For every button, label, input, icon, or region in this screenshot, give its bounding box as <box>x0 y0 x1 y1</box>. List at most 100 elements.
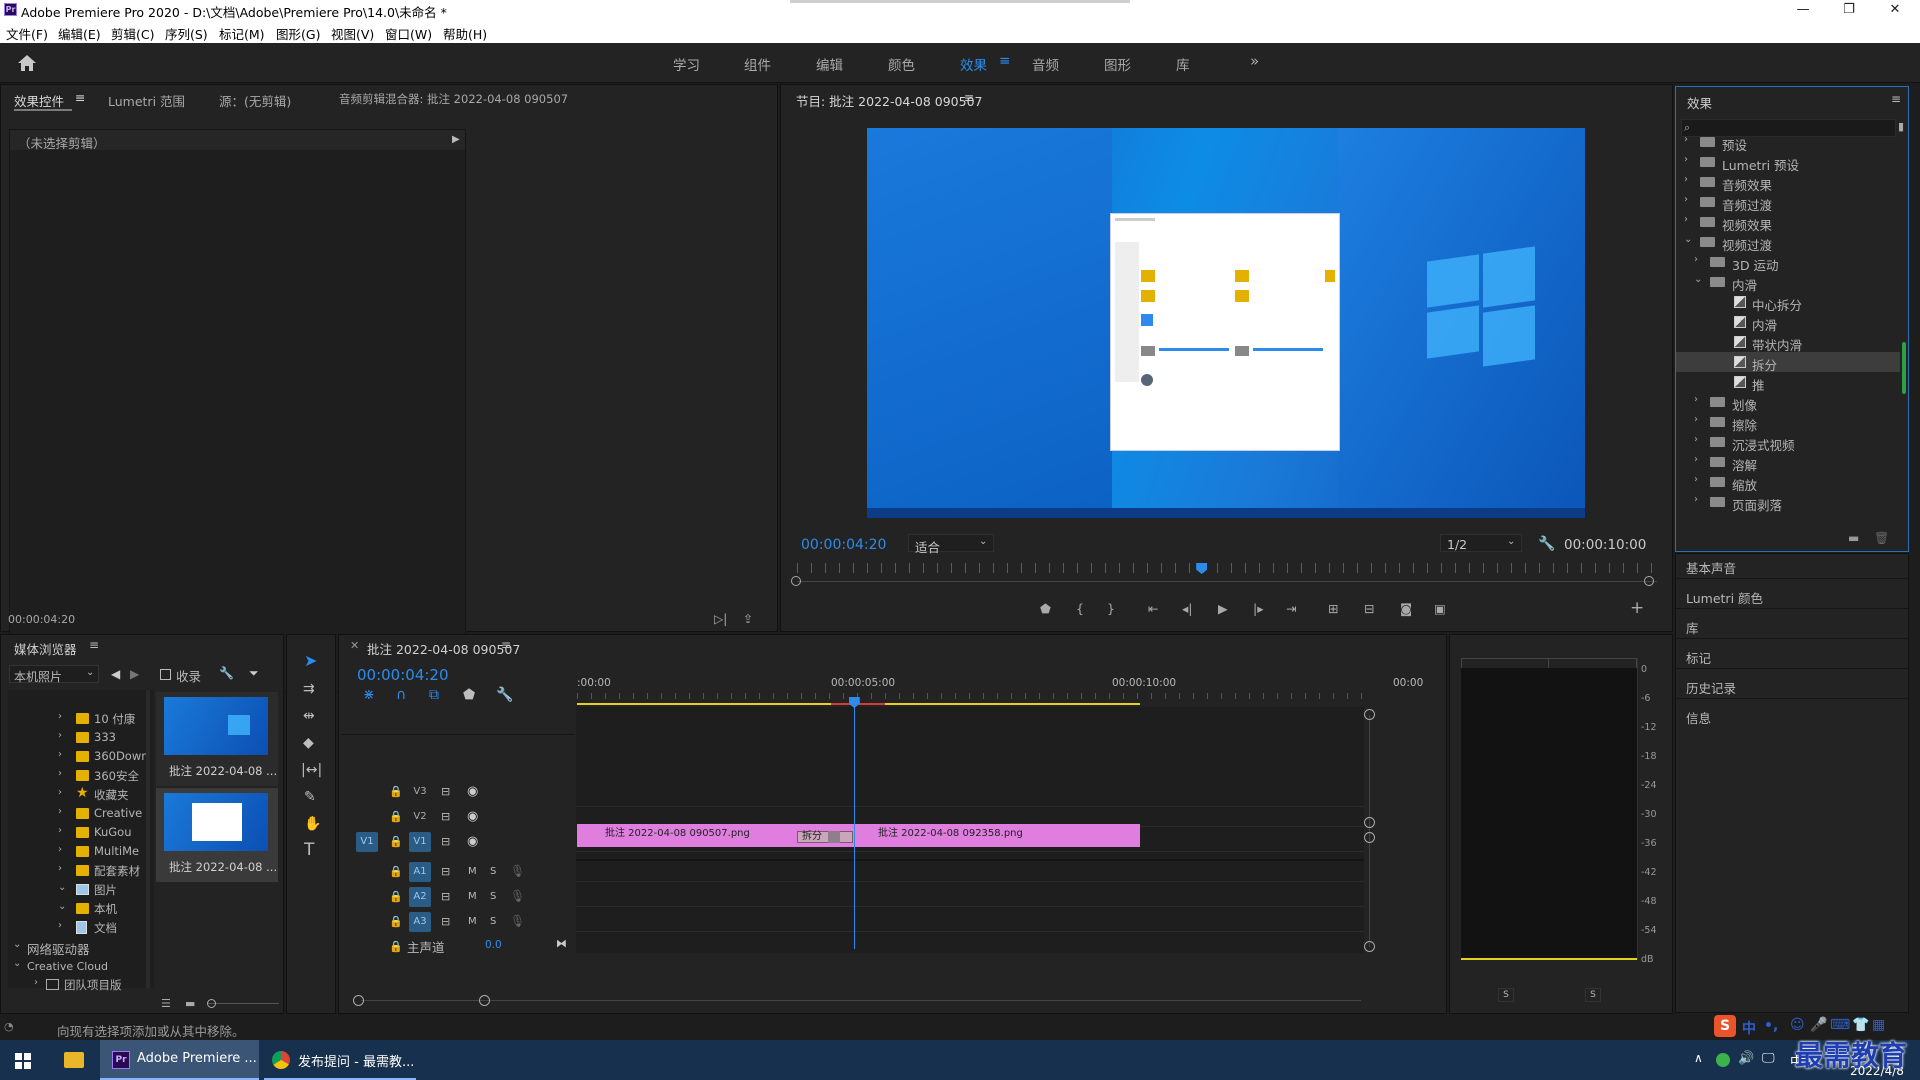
mark-in-icon[interactable]: { <box>1076 602 1084 616</box>
microphone-icon[interactable]: 🎙 <box>510 889 525 903</box>
effects-scrollbar-thumb[interactable] <box>1902 342 1906 394</box>
media-tree-item[interactable]: ⌄ 图片 <box>58 881 146 899</box>
wrench-icon[interactable]: 🔧 <box>219 666 234 680</box>
lock-icon[interactable]: 🔒 <box>389 915 403 928</box>
timeline-ruler[interactable] <box>577 693 1365 699</box>
menu-view[interactable]: 视图(V) <box>331 24 374 43</box>
chevron-down-icon[interactable]: ⌄ <box>1694 274 1702 285</box>
workspace-editing[interactable]: 编辑 <box>816 54 843 74</box>
tray-expand-icon[interactable]: ∧ <box>1694 1051 1703 1065</box>
lock-icon[interactable]: 🔒 <box>389 890 403 903</box>
workspace-effects[interactable]: 效果 <box>960 54 987 74</box>
taskbar-premiere-button[interactable]: Pr Adobe Premiere ... <box>100 1040 259 1080</box>
icon-view-icon[interactable]: ▬ <box>185 997 195 1010</box>
close-button[interactable]: ✕ <box>1872 0 1918 20</box>
workspace-overflow-icon[interactable]: » <box>1250 52 1259 70</box>
chevron-right-icon[interactable]: › <box>58 844 62 855</box>
effects-tree-item[interactable]: ⌄ 视频过渡 <box>1676 232 1900 253</box>
menu-graphics[interactable]: 图形(G) <box>276 24 320 43</box>
filter-icon[interactable]: ⏷ <box>249 666 259 681</box>
media-tree-item[interactable]: › 10 付康 <box>58 710 146 728</box>
effects-tree-item[interactable]: › 沉浸式视频 <box>1676 432 1900 453</box>
track-target-a1[interactable]: A1 <box>409 862 431 882</box>
linked-selection-icon[interactable]: ⧉ <box>429 688 439 702</box>
side-panel-lumetri-color[interactable]: Lumetri 颜色 <box>1686 588 1763 607</box>
track-target-v2[interactable]: V2 <box>409 807 431 827</box>
effects-tree-item[interactable]: ⌄ 内滑 <box>1676 272 1900 293</box>
effects-tree-item[interactable]: 推 <box>1676 372 1900 393</box>
program-monitor-title[interactable]: 节目: 批注 2022-04-08 090507 <box>796 91 983 110</box>
meter-solo-left[interactable]: S <box>1498 988 1514 1002</box>
toggle-sync-lock-icon[interactable]: ⊟ <box>441 915 450 928</box>
menu-clip[interactable]: 剪辑(C) <box>111 24 154 43</box>
menu-help[interactable]: 帮助(H) <box>443 24 487 43</box>
menu-window[interactable]: 窗口(W) <box>385 24 432 43</box>
chevron-right-icon[interactable]: › <box>1694 254 1698 265</box>
chevron-right-icon[interactable]: › <box>1684 134 1688 145</box>
ime-chinese-mode[interactable]: 中 <box>1742 1018 1756 1038</box>
media-thumb-card-selected[interactable]: 批注 2022-04-08 ... <box>156 788 278 882</box>
media-tree-item[interactable]: › KuGou <box>58 824 146 842</box>
chevron-right-icon[interactable]: › <box>1694 454 1698 465</box>
program-video-frame[interactable] <box>867 128 1585 518</box>
effects-tree-item[interactable]: 中心拆分 <box>1676 292 1900 313</box>
toggle-sync-lock-icon[interactable]: ⊟ <box>441 810 450 823</box>
transition-grip[interactable] <box>828 831 840 843</box>
mark-out-icon[interactable]: } <box>1107 602 1115 616</box>
chevron-down-icon[interactable]: ⌄ <box>13 958 21 969</box>
toggle-sync-lock-icon[interactable]: ⊟ <box>441 865 450 878</box>
volume-icon[interactable]: 🔊 <box>1738 1051 1754 1066</box>
ime-voice-icon[interactable]: 🎤 <box>1810 1017 1827 1033</box>
horizontal-zoom-scrollbar[interactable] <box>361 1000 1361 1001</box>
tab-audio-clip-mixer[interactable]: 音频剪辑混合器: 批注 2022-04-08 090507 <box>339 91 568 107</box>
media-thumb-card[interactable]: 批注 2022-04-08 ... <box>156 692 278 786</box>
ime-skin-icon[interactable]: 👕 <box>1852 1017 1869 1033</box>
back-arrow-icon[interactable]: ◀ <box>111 667 120 681</box>
export-frame-icon[interactable]: ◙ <box>1400 602 1412 616</box>
tab-lumetri-scopes[interactable]: Lumetri 范围 <box>108 91 185 110</box>
media-tree-item[interactable]: ⌄ 本机 <box>58 900 146 918</box>
chevron-down-icon[interactable]: ⌄ <box>58 901 66 912</box>
chevron-right-icon[interactable]: › <box>1684 194 1688 205</box>
extract-icon[interactable]: ⊟ <box>1364 602 1374 616</box>
effects-tree-item[interactable]: › 音频效果 <box>1676 172 1900 193</box>
new-custom-bin-icon[interactable]: ▬ <box>1848 531 1859 545</box>
comparison-view-icon[interactable]: ▣ <box>1434 602 1446 616</box>
effects-tree-item[interactable]: › Lumetri 预设 <box>1676 152 1900 173</box>
tab-source[interactable]: 源：(无剪辑) <box>219 91 291 110</box>
side-panel-markers[interactable]: 标记 <box>1686 648 1711 667</box>
go-to-out-icon[interactable]: ⧓ <box>556 937 567 950</box>
eye-icon[interactable]: ◉ <box>467 834 478 849</box>
eye-icon[interactable]: ◉ <box>467 809 478 824</box>
menu-sequence[interactable]: 序列(S) <box>165 24 208 43</box>
chevron-right-icon[interactable]: › <box>1694 494 1698 505</box>
vertical-zoom-scrollbar[interactable] <box>1369 715 1370 947</box>
ime-toolbox-icon[interactable]: ▦ <box>1872 1017 1885 1033</box>
wrench-icon[interactable]: 🔧 <box>1538 536 1555 552</box>
chevron-right-icon[interactable]: › <box>58 749 62 760</box>
mute-button[interactable]: M <box>468 916 477 927</box>
network-icon[interactable]: 🖵 <box>1762 1051 1775 1066</box>
chevron-right-icon[interactable]: › <box>58 730 62 741</box>
chevron-right-icon[interactable]: › <box>1694 474 1698 485</box>
ime-emoji-icon[interactable]: ☺ <box>1790 1017 1805 1033</box>
timeline-playhead[interactable] <box>848 697 860 949</box>
lock-icon[interactable]: 🔒 <box>389 785 403 798</box>
lift-icon[interactable]: ⊞ <box>1328 602 1338 616</box>
chevron-down-icon[interactable]: ⌄ <box>1684 234 1692 245</box>
add-marker-icon[interactable]: ⬟ <box>463 688 475 702</box>
home-icon[interactable] <box>17 54 37 72</box>
lock-icon[interactable]: 🔒 <box>389 810 403 823</box>
zoom-handle-right[interactable] <box>1644 576 1654 586</box>
microphone-icon[interactable]: 🎙 <box>510 914 525 928</box>
timeline-sequence-tab[interactable]: 批注 2022-04-08 090507 <box>367 639 520 658</box>
mute-button[interactable]: M <box>468 891 477 902</box>
step-back-icon[interactable]: ◂| <box>1182 602 1193 616</box>
media-browser-menu-icon[interactable]: ≡ <box>89 638 99 652</box>
slip-tool-icon[interactable]: |↔| <box>301 763 322 777</box>
track-target-a2[interactable]: A2 <box>409 887 431 907</box>
vscroll-handle-bottom[interactable] <box>1364 941 1375 952</box>
track-target-a3[interactable]: A3 <box>409 912 431 932</box>
lock-icon[interactable]: 🔒 <box>389 940 403 953</box>
side-panel-history[interactable]: 历史记录 <box>1686 678 1736 697</box>
